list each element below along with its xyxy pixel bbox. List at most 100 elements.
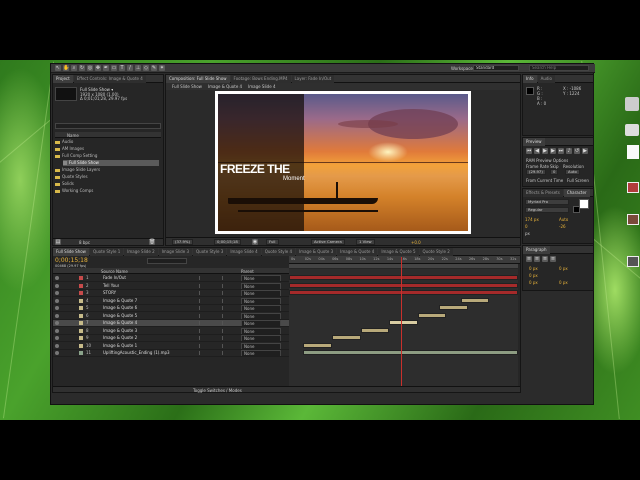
next-frame-icon[interactable]: ▶ xyxy=(550,148,556,154)
resolution-select[interactable]: Full xyxy=(266,239,279,245)
toggle-switches-button[interactable]: Toggle Switches / Modes xyxy=(193,388,242,393)
layer-name[interactable]: Image & Quote 6 xyxy=(103,305,137,311)
tab-timeline-comp[interactable]: Image & Quote 3 xyxy=(296,248,337,256)
label-color-swatch[interactable] xyxy=(79,276,83,280)
current-time-indicator[interactable] xyxy=(400,257,402,391)
list-item[interactable]: Image Slide Layers xyxy=(55,167,161,173)
switches[interactable] xyxy=(199,283,223,288)
tab-composition[interactable]: Composition: Full Slide Show xyxy=(166,75,230,83)
tab-timeline-comp[interactable]: Quote Style 2 xyxy=(419,248,453,256)
eraser-tool-icon[interactable]: ◇ xyxy=(143,65,149,71)
search-help-input[interactable]: Search Help xyxy=(529,65,589,71)
layer-name[interactable]: UpliftingAcoustic_Ending (1).mp3 xyxy=(103,350,170,356)
snapshot-icon[interactable]: ◉ xyxy=(252,239,258,245)
parent-select[interactable]: None xyxy=(241,275,281,281)
views-select[interactable]: 1 View xyxy=(356,239,375,245)
tab-effects-presets[interactable]: Effects & Presets xyxy=(523,189,563,197)
layer-name[interactable]: Fade In/Out xyxy=(103,275,126,281)
indent-first-value[interactable]: 0 px xyxy=(529,273,538,278)
workspace-select[interactable]: Standard xyxy=(473,65,519,71)
label-color-swatch[interactable] xyxy=(79,351,83,355)
table-row[interactable]: 5 Image & Quote 6 None xyxy=(53,305,289,312)
label-color-swatch[interactable] xyxy=(79,313,83,318)
align-left-icon[interactable]: ≡ xyxy=(526,256,532,262)
hand-tool-icon[interactable]: ✋ xyxy=(63,65,69,71)
label-color-swatch[interactable] xyxy=(79,291,83,295)
switches[interactable] xyxy=(199,343,223,348)
switches[interactable] xyxy=(199,298,223,303)
layer-name[interactable]: Image & Quote 5 xyxy=(103,313,137,319)
visibility-eye-icon[interactable] xyxy=(55,306,59,310)
play-icon[interactable]: ▶ xyxy=(542,148,548,154)
first-frame-icon[interactable]: ⏮ xyxy=(526,148,532,154)
parent-select[interactable]: None xyxy=(241,297,281,304)
brush-tool-icon[interactable]: / xyxy=(127,65,133,71)
tab-timeline-comp[interactable]: Quote Style 1 xyxy=(89,248,124,256)
label-color-swatch[interactable] xyxy=(79,283,83,288)
visibility-eye-icon[interactable] xyxy=(55,351,59,355)
time-ruler[interactable]: 0s 02s 04s 06s 08s 10s 12s 14s 16s 18s 20s 22s 24s 26… xyxy=(289,256,520,264)
label-color-swatch[interactable] xyxy=(79,336,83,340)
list-item-selected[interactable]: Full Slide Show xyxy=(63,160,159,166)
parent-select[interactable]: None xyxy=(241,320,281,326)
table-row[interactable]: 3 STORY None xyxy=(53,290,289,297)
switches[interactable] xyxy=(199,351,223,355)
label-color-swatch[interactable] xyxy=(79,306,83,310)
tab-effect-controls[interactable]: Effect Controls: Image & Quote 4 xyxy=(73,75,146,83)
table-row[interactable]: 1 Fade In/Out None xyxy=(53,275,289,282)
switches[interactable] xyxy=(199,336,223,340)
tab-timeline-comp[interactable]: Quote Style 3 xyxy=(193,248,227,256)
indent-left-value[interactable]: 0 px xyxy=(529,266,538,271)
desktop-icon-drive[interactable] xyxy=(625,97,639,111)
tab-layer[interactable]: Layer: Fade In/Out xyxy=(291,75,335,83)
layer-name[interactable]: Image & Quote 2 xyxy=(103,335,137,341)
layer-name[interactable]: STORY xyxy=(103,290,116,296)
tab-paragraph[interactable]: Paragraph xyxy=(523,246,550,254)
tab-character[interactable]: Character xyxy=(563,189,590,197)
font-size-value[interactable]: 174 px xyxy=(525,217,539,222)
visibility-eye-icon[interactable] xyxy=(55,313,59,318)
frame-rate-select[interactable]: (29.97) xyxy=(526,169,546,175)
tab-timeline-comp[interactable]: Quote Style 4 xyxy=(261,248,295,256)
align-center-icon[interactable]: ≡ xyxy=(534,256,540,262)
layer-name[interactable]: Image & Quote 1 xyxy=(103,343,137,349)
breadcrumb-item[interactable]: Full Slide Show xyxy=(172,83,202,90)
camera-tool-icon[interactable]: ◎ xyxy=(87,65,93,71)
ram-preview-icon[interactable]: ▶ xyxy=(582,148,588,154)
switches[interactable] xyxy=(199,291,223,295)
layer-duration-bar[interactable] xyxy=(439,305,468,310)
bpc-button[interactable]: 8 bpc xyxy=(79,240,90,245)
trash-icon[interactable]: 🗑 xyxy=(149,239,155,245)
composition-viewer[interactable]: FREEZE THE Moment xyxy=(215,91,471,234)
tab-audio[interactable]: Audio xyxy=(537,75,555,83)
zoom-select[interactable]: (37.9%) xyxy=(172,239,194,245)
interpret-footage-icon[interactable]: ▤ xyxy=(55,239,61,245)
layer-duration-bar[interactable] xyxy=(289,290,518,295)
table-row[interactable]: 11 UpliftingAcoustic_Ending (1).mp3 None xyxy=(53,350,289,357)
font-family-select[interactable]: Myriad Pro xyxy=(525,199,569,205)
visibility-eye-icon[interactable] xyxy=(55,283,59,288)
layer-duration-bar[interactable] xyxy=(303,350,518,355)
space-before-value[interactable]: 0 px xyxy=(529,280,538,285)
layer-duration-bar[interactable] xyxy=(331,335,361,340)
layer-name[interactable]: Image & Quote 7 xyxy=(103,298,137,304)
tab-timeline-comp[interactable]: Image & Quote 4 xyxy=(337,248,378,256)
label-color-swatch[interactable] xyxy=(79,321,83,325)
rotate-tool-icon[interactable]: ↻ xyxy=(79,65,85,71)
desktop-icon-image[interactable] xyxy=(627,182,639,193)
layer-duration-bar[interactable] xyxy=(303,342,332,348)
parent-select[interactable]: None xyxy=(241,290,281,296)
switches[interactable] xyxy=(199,328,223,333)
visibility-eye-icon[interactable] xyxy=(55,298,59,303)
layer-duration-bar[interactable] xyxy=(289,282,518,288)
parent-select[interactable]: None xyxy=(241,342,281,349)
desktop-icon-image[interactable] xyxy=(627,256,639,267)
timeline-timecode[interactable]: 0;00;15;18 xyxy=(55,257,88,264)
table-row[interactable]: 8 Image & Quote 3 None xyxy=(53,327,289,335)
indent-right-value[interactable]: 0 px xyxy=(559,266,568,271)
audio-icon[interactable]: ♪ xyxy=(566,148,572,154)
layer-duration-bar[interactable] xyxy=(460,297,490,303)
list-item[interactable]: Full Comp Setting xyxy=(55,153,161,159)
list-item[interactable]: Working Comps xyxy=(55,188,161,194)
table-row[interactable]: 9 Image & Quote 2 None xyxy=(53,335,289,342)
